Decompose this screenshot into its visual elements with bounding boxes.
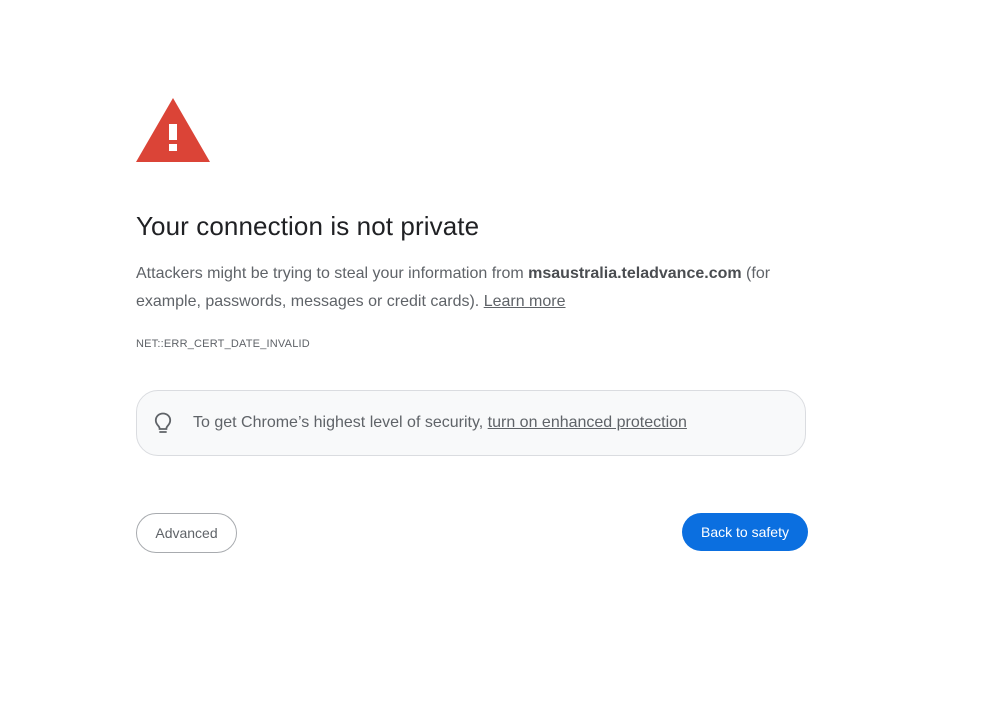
lightbulb-icon bbox=[153, 411, 173, 435]
error-code: NET::ERR_CERT_DATE_INVALID bbox=[136, 338, 310, 350]
site-domain: msaustralia.teladvance.com bbox=[528, 265, 742, 282]
learn-more-link[interactable]: Learn more bbox=[484, 293, 566, 310]
button-row: Advanced Back to safety bbox=[136, 513, 808, 553]
enhanced-protection-prefix: To get Chrome’s highest level of securit… bbox=[193, 414, 488, 431]
page-title: Your connection is not private bbox=[136, 211, 480, 241]
advanced-button[interactable]: Advanced bbox=[136, 513, 237, 553]
enhanced-protection-banner: To get Chrome’s highest level of securit… bbox=[136, 390, 806, 456]
enhanced-protection-link[interactable]: turn on enhanced protection bbox=[488, 414, 687, 431]
back-to-safety-button[interactable]: Back to safety bbox=[682, 513, 808, 551]
enhanced-protection-text: To get Chrome’s highest level of securit… bbox=[193, 414, 687, 432]
explanation-before: Attackers might be trying to steal your … bbox=[136, 265, 529, 282]
warning-triangle-icon bbox=[136, 98, 210, 162]
interstitial-content: Your connection is not private Attackers… bbox=[136, 98, 808, 553]
explanation-text: Attackers might be trying to steal your … bbox=[136, 260, 808, 316]
